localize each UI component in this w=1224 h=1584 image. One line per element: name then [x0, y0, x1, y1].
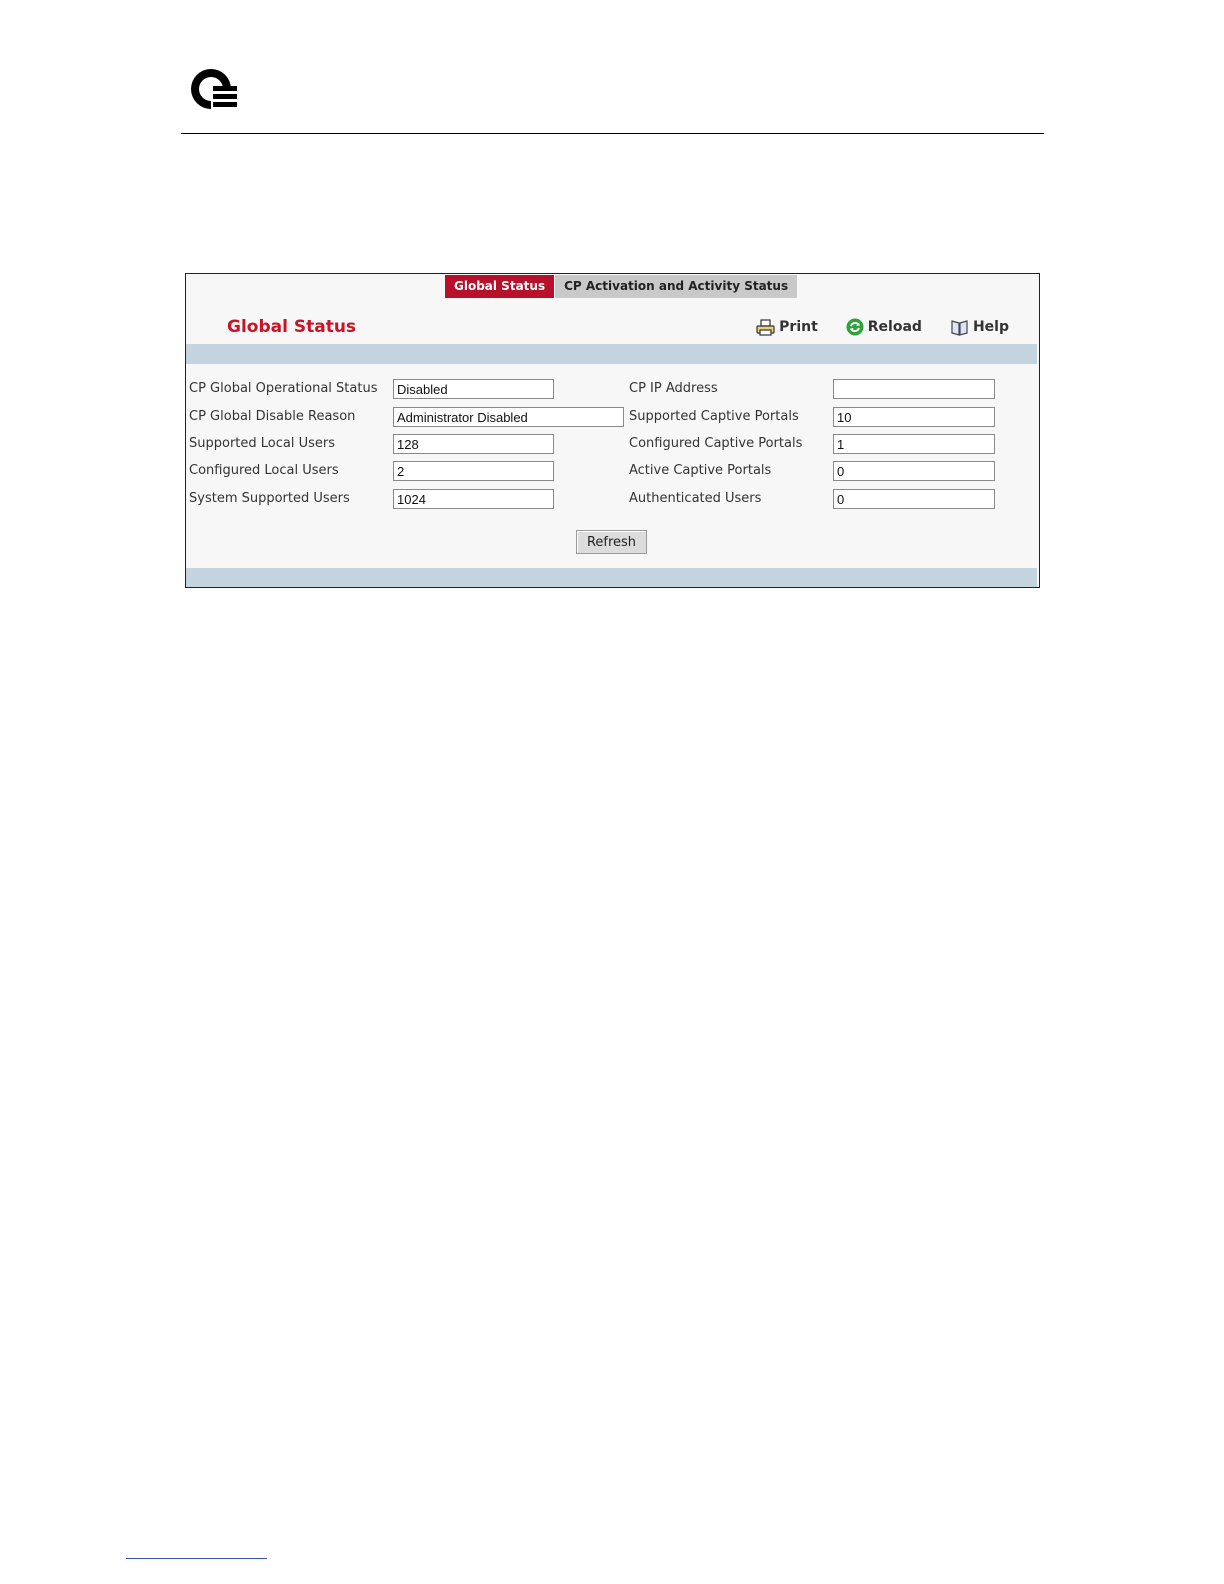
header-band	[186, 344, 1037, 364]
system-supported-users-field[interactable]	[393, 489, 554, 509]
active-captive-portals-field[interactable]	[833, 461, 995, 481]
cp-global-disable-reason-field[interactable]	[393, 407, 624, 427]
refresh-button[interactable]: Refresh	[576, 530, 647, 554]
form-row: CP Global Operational Status CP IP Addre…	[186, 378, 1039, 400]
cp-ip-address-field[interactable]	[833, 379, 995, 399]
printer-icon	[756, 318, 775, 336]
configured-local-users-field[interactable]	[393, 461, 554, 481]
reload-label: Reload	[867, 319, 922, 335]
tab-global-status[interactable]: Global Status	[445, 275, 556, 298]
print-label: Print	[779, 319, 818, 335]
supported-local-users-field[interactable]	[393, 434, 554, 454]
cp-global-disable-reason-label: CP Global Disable Reason	[189, 409, 356, 424]
authenticated-users-label: Authenticated Users	[629, 491, 762, 506]
cp-global-operational-status-label: CP Global Operational Status	[189, 381, 378, 396]
form-row: Supported Local Users Configured Captive…	[186, 433, 1039, 455]
configured-captive-portals-field[interactable]	[833, 434, 995, 454]
page-title: Global Status	[227, 317, 357, 337]
supported-captive-portals-label: Supported Captive Portals	[629, 409, 799, 424]
cp-ip-address-label: CP IP Address	[629, 381, 718, 396]
configured-local-users-label: Configured Local Users	[189, 463, 339, 478]
active-captive-portals-label: Active Captive Portals	[629, 463, 772, 478]
tab-cp-activation-status[interactable]: CP Activation and Activity Status	[555, 275, 798, 298]
form-row: System Supported Users Authenticated Use…	[186, 488, 1039, 510]
help-button[interactable]: Help	[950, 319, 1009, 336]
authenticated-users-field[interactable]	[833, 489, 995, 509]
form-row: Configured Local Users Active Captive Po…	[186, 460, 1039, 482]
reload-icon	[846, 318, 864, 336]
q-logo	[191, 69, 237, 109]
supported-captive-portals-field[interactable]	[833, 407, 995, 427]
supported-local-users-label: Supported Local Users	[189, 436, 336, 451]
cp-global-operational-status-field[interactable]	[393, 379, 554, 399]
header-rule	[181, 133, 1044, 134]
configured-captive-portals-label: Configured Captive Portals	[629, 436, 803, 451]
form-row: CP Global Disable Reason Supported Capti…	[186, 406, 1039, 428]
system-supported-users-label: System Supported Users	[189, 491, 350, 506]
footer-band	[186, 568, 1037, 587]
global-status-panel: Global Status CP Activation and Activity…	[185, 273, 1040, 588]
reload-button[interactable]: Reload	[846, 318, 922, 336]
print-button[interactable]: Print	[756, 318, 818, 336]
tab-bar: Global Status CP Activation and Activity…	[445, 275, 798, 298]
book-icon	[951, 319, 968, 336]
footer-rule	[126, 1558, 267, 1559]
toolbar: Print Reload Help	[756, 318, 1009, 336]
help-label: Help	[972, 319, 1009, 335]
